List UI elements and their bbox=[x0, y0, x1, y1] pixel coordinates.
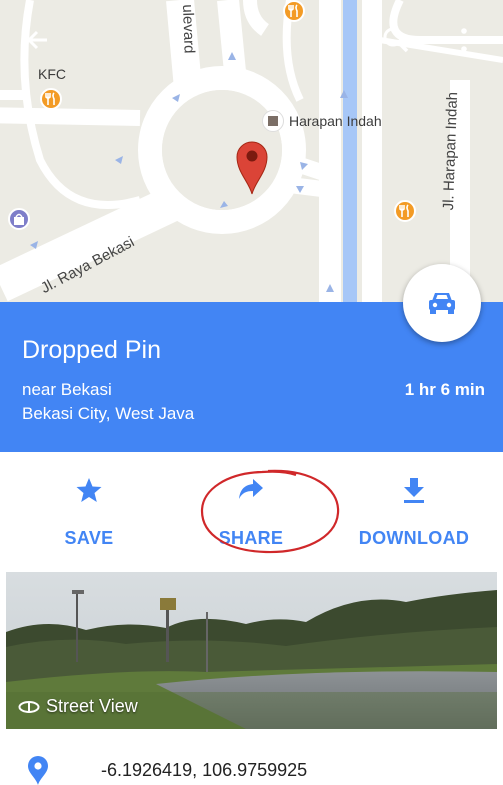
download-button[interactable]: DOWNLOAD bbox=[339, 452, 489, 570]
more-options-button[interactable] bbox=[446, 22, 482, 58]
poi-label-kfc: KFC bbox=[38, 66, 66, 82]
street-view-icon bbox=[18, 700, 40, 713]
search-icon bbox=[383, 27, 409, 53]
save-label: SAVE bbox=[64, 528, 114, 548]
shopping-icon[interactable] bbox=[8, 208, 30, 230]
restaurant-icon[interactable] bbox=[283, 0, 305, 22]
place-title: Dropped Pin bbox=[22, 336, 161, 364]
share-arrow-icon bbox=[239, 479, 263, 499]
action-bar: SAVE SHARE DOWNLOAD bbox=[0, 452, 503, 570]
dropped-pin-icon[interactable] bbox=[233, 138, 271, 196]
street-view-thumbnail[interactable]: Street View bbox=[6, 572, 497, 729]
travel-time: 1 hr 6 min bbox=[404, 380, 485, 399]
download-label: DOWNLOAD bbox=[358, 528, 470, 548]
place-near-text: near Bekasi bbox=[22, 380, 112, 399]
street-view-label: Street View bbox=[18, 696, 138, 717]
download-icon bbox=[404, 478, 424, 503]
restaurant-icon[interactable] bbox=[394, 200, 416, 222]
coordinates-row[interactable]: -6.1926419, 106.9759925 bbox=[0, 729, 503, 785]
share-button[interactable]: SHARE bbox=[176, 452, 326, 570]
restaurant-icon[interactable] bbox=[40, 88, 62, 110]
map-view[interactable]: ulevard Jl. Raya Bekasi Jl. Harapan Inda… bbox=[0, 0, 503, 302]
more-vert-icon bbox=[461, 28, 467, 52]
save-button[interactable]: SAVE bbox=[14, 452, 164, 570]
share-label: SHARE bbox=[218, 528, 284, 548]
back-button[interactable] bbox=[20, 22, 56, 58]
arrow-back-icon bbox=[26, 30, 47, 50]
street-label-boulevard: ulevard bbox=[179, 4, 198, 54]
poi-label-harapan-indah: Harapan Indah bbox=[289, 113, 382, 129]
directions-button[interactable] bbox=[403, 264, 481, 342]
star-icon bbox=[76, 478, 102, 502]
coordinates-text: -6.1926419, 106.9759925 bbox=[101, 760, 308, 780]
car-icon bbox=[429, 293, 455, 314]
search-button[interactable] bbox=[378, 22, 414, 58]
place-city-text: Bekasi City, West Java bbox=[22, 404, 195, 423]
place-marker-icon[interactable] bbox=[262, 110, 284, 132]
location-pin-icon bbox=[28, 756, 48, 785]
street-view-text: Street View bbox=[46, 696, 138, 716]
